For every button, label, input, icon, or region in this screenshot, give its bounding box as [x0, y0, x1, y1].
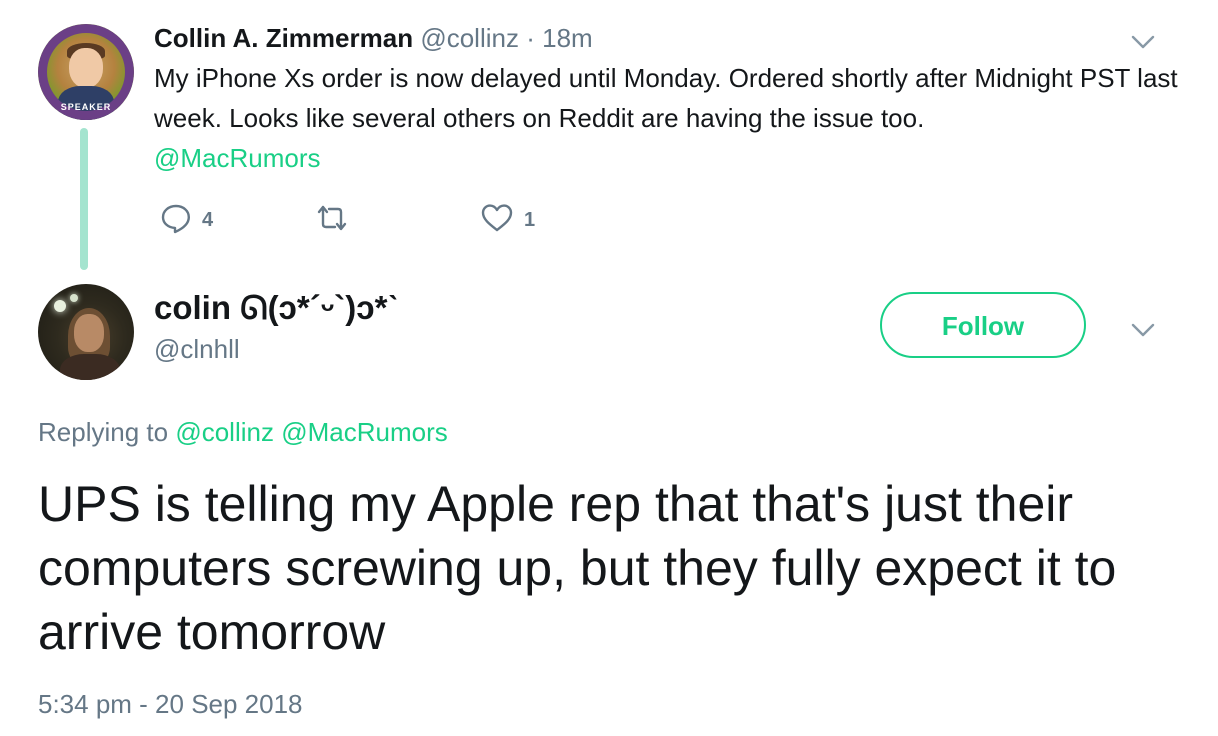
reply-avatar[interactable] — [38, 284, 134, 380]
like-action[interactable]: 1 — [480, 200, 535, 240]
header-separator: · — [526, 23, 535, 53]
thread-line — [80, 128, 88, 270]
reply-icon[interactable] — [160, 202, 192, 239]
replying-prefix: Replying to — [38, 417, 169, 447]
reply-tweet-text: UPS is telling my Apple rep that that's … — [38, 476, 1117, 660]
parent-author-handle[interactable]: @collinz — [420, 23, 519, 53]
replying-mention-collinz[interactable]: @collinz — [175, 417, 274, 447]
reply-author-name[interactable]: colin ᘏ(ↄ*´ᵕ`)ↄ*ˋ — [154, 288, 398, 328]
like-count: 1 — [524, 208, 536, 231]
chevron-down-icon[interactable] — [1130, 316, 1156, 342]
parent-avatar[interactable]: dreamforce SPEAKER — [38, 24, 134, 120]
retweet-icon[interactable] — [314, 202, 350, 239]
follow-button[interactable]: Follow — [880, 292, 1086, 358]
reply-action[interactable]: 4 — [160, 200, 213, 240]
retweet-action[interactable] — [314, 200, 360, 240]
replying-to: Replying to @collinz @MacRumors — [38, 414, 448, 450]
chevron-down-icon[interactable] — [1130, 28, 1156, 54]
avatar-badge-text: SPEAKER — [60, 102, 112, 112]
parent-author-name[interactable]: Collin A. Zimmerman — [154, 23, 413, 53]
tweet-thread: dreamforce SPEAKER Collin A. Zimmerman @… — [0, 0, 1218, 736]
reply-timestamp[interactable]: 5:34 pm - 20 Sep 2018 — [38, 686, 303, 722]
parent-header: Collin A. Zimmerman @collinz · 18m — [154, 22, 593, 54]
parent-tweet-text: My iPhone Xs order is now delayed until … — [154, 63, 1178, 133]
heart-icon[interactable] — [480, 202, 514, 239]
reply-count: 4 — [202, 208, 214, 231]
reply-author-handle[interactable]: @clnhll — [154, 332, 240, 366]
parent-time[interactable]: 18m — [542, 23, 593, 53]
replying-mention-macrumors[interactable]: @MacRumors — [281, 417, 448, 447]
parent-mention-link[interactable]: @MacRumors — [154, 138, 321, 178]
